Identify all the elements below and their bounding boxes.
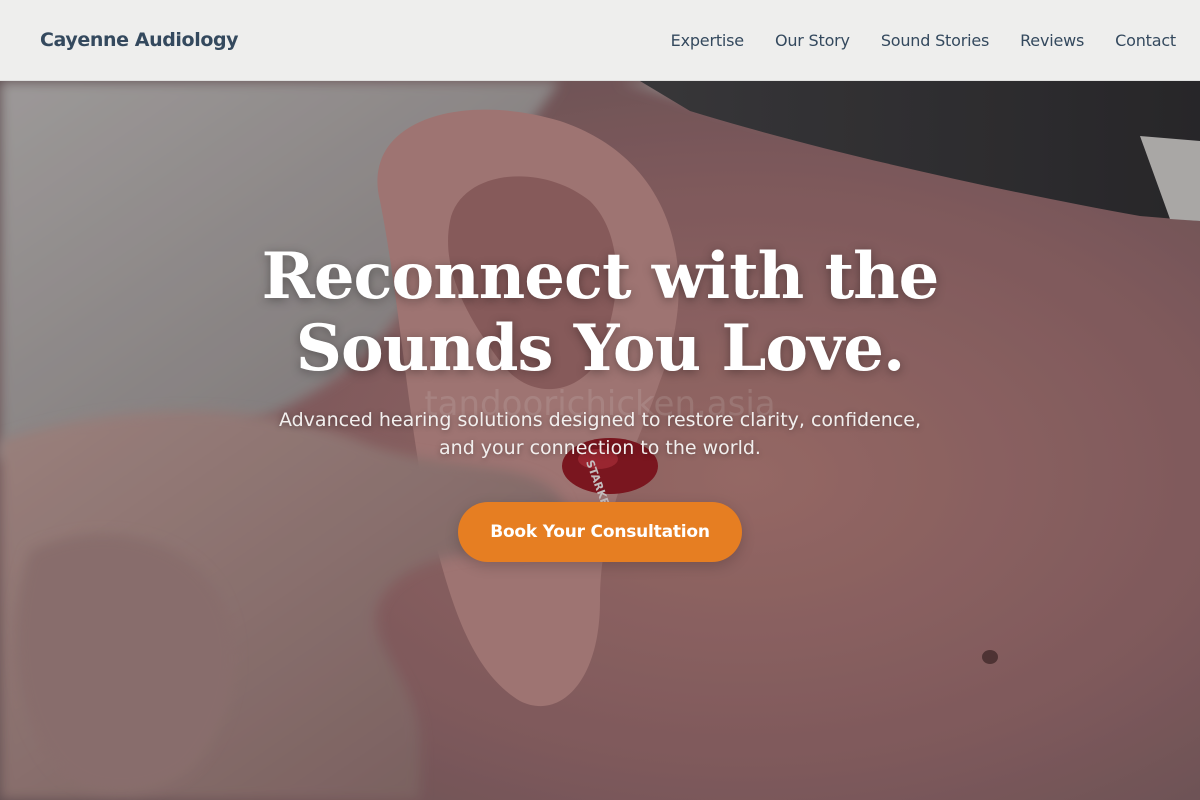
hero-subtitle-line: and your connection to the world. xyxy=(439,437,761,459)
brand-logo-link[interactable]: Cayenne Audiology xyxy=(40,29,239,51)
hero-title: Reconnect with the Sounds You Love. xyxy=(0,241,1200,385)
nav-link-our-story[interactable]: Our Story xyxy=(775,31,850,50)
nav-link-sound-stories[interactable]: Sound Stories xyxy=(881,31,989,50)
hero-subtitle-line: Advanced hearing solutions designed to r… xyxy=(278,409,922,431)
hero-section: STARKEY tandoorichicken.asia Reconnect w… xyxy=(0,81,1200,800)
hero-subtitle: Advanced hearing solutions designed to r… xyxy=(260,406,940,462)
nav-link-contact[interactable]: Contact xyxy=(1115,31,1176,50)
main-nav: Expertise Our Story Sound Stories Review… xyxy=(640,31,1177,50)
nav-link-expertise[interactable]: Expertise xyxy=(671,31,744,50)
hero-title-line: Sounds You Love. xyxy=(295,311,906,386)
nav-link-reviews[interactable]: Reviews xyxy=(1020,31,1084,50)
hero-title-line: Reconnect with the xyxy=(261,239,940,314)
site-header: Cayenne Audiology Expertise Our Story So… xyxy=(0,0,1200,81)
book-consultation-button[interactable]: Book Your Consultation xyxy=(458,502,742,562)
